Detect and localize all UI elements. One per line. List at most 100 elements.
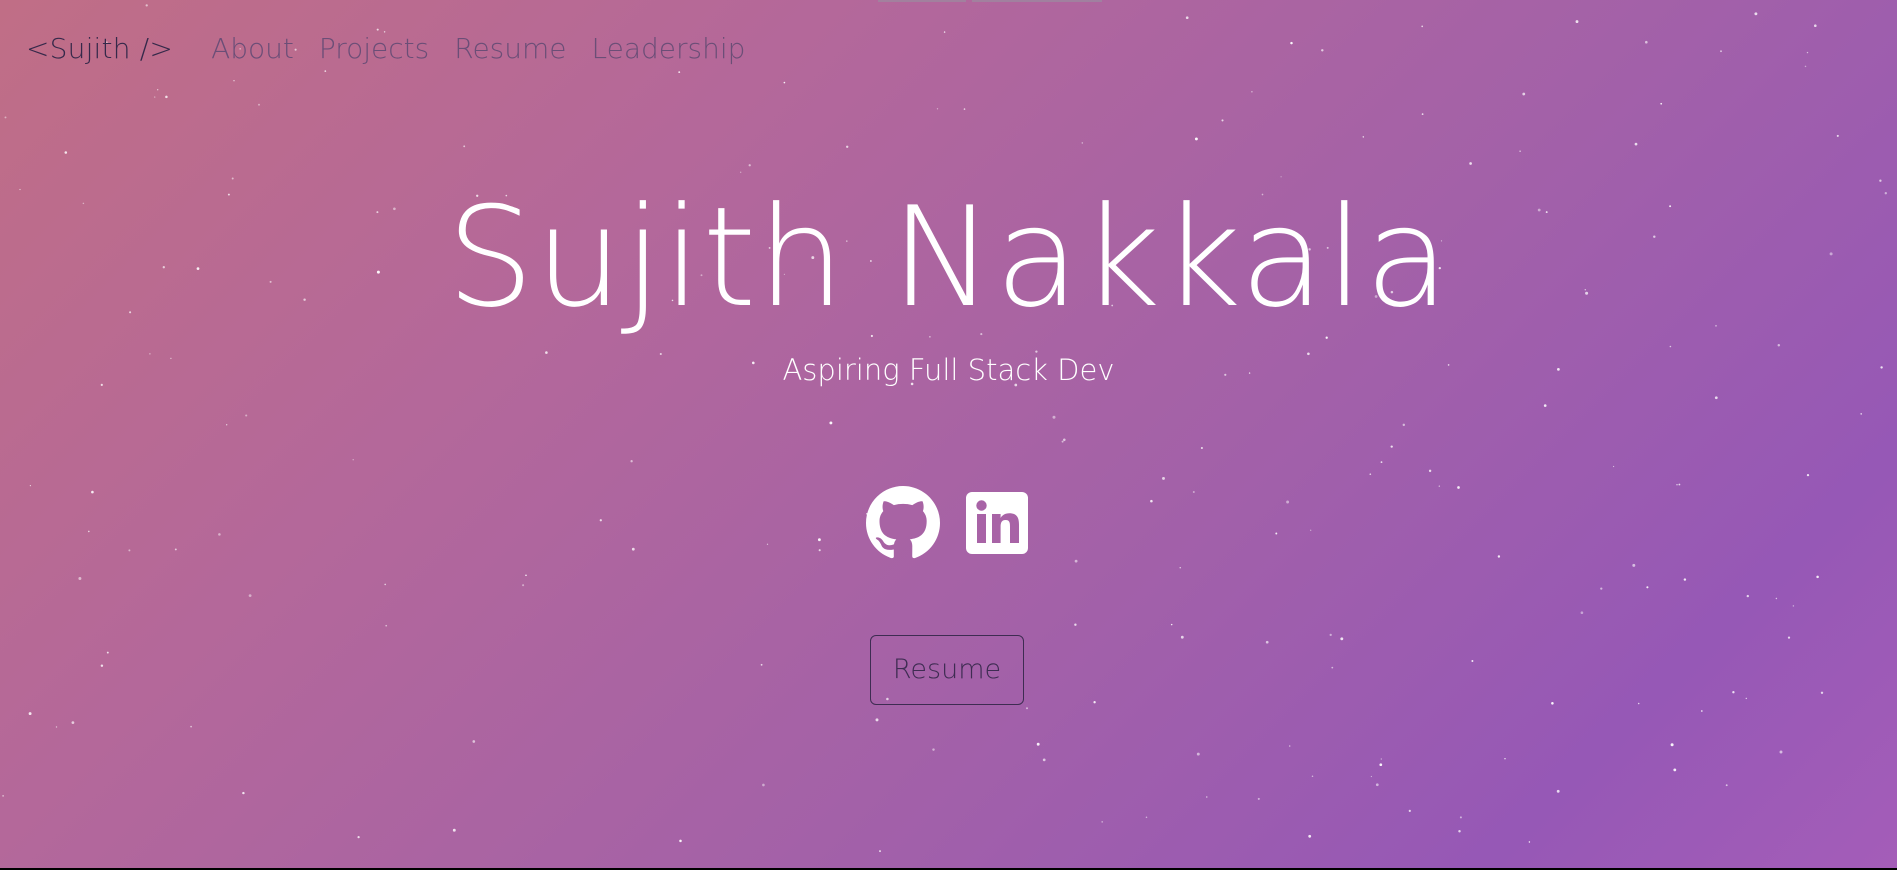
star-dot <box>78 577 82 580</box>
star-dot <box>1683 578 1687 581</box>
star-dot <box>1052 415 1056 419</box>
star-dot <box>1196 752 1200 756</box>
star-dot <box>1754 12 1758 16</box>
star-dot <box>352 459 354 461</box>
star-dot <box>1200 446 1203 450</box>
brand-logo[interactable]: <Sujith /> <box>26 32 173 65</box>
star-dot <box>1380 758 1382 760</box>
star-dot <box>165 95 168 99</box>
star-dot <box>1806 51 1809 54</box>
star-dot <box>1221 119 1224 122</box>
star-dot <box>1816 575 1819 579</box>
star-dot <box>679 839 682 843</box>
star-dot <box>1556 789 1560 793</box>
nav-link-leadership[interactable]: Leadership <box>592 32 746 65</box>
star-dot <box>1192 491 1195 493</box>
star-dot <box>875 718 879 722</box>
star-dot <box>1860 413 1863 415</box>
nav-link-projects[interactable]: Projects <box>319 32 429 65</box>
star-dot <box>762 783 765 787</box>
star-dot <box>1145 816 1148 819</box>
star-dot <box>525 574 527 577</box>
star-dot <box>879 850 881 853</box>
star-dot <box>1632 563 1636 567</box>
star-dot <box>1777 343 1781 347</box>
star-dot <box>1206 796 1208 798</box>
star-dot <box>145 4 148 7</box>
star-dot <box>1732 691 1735 694</box>
star-dot <box>28 712 32 716</box>
star-dot <box>1288 745 1291 747</box>
star-dot <box>1150 499 1153 503</box>
star-dot <box>218 533 221 536</box>
star-dot <box>1551 702 1554 705</box>
linkedin-link[interactable] <box>960 486 1034 560</box>
star-dot <box>1806 473 1810 477</box>
star-dot <box>385 624 388 627</box>
star-dot <box>88 530 90 533</box>
nav-link-resume[interactable]: Resume <box>454 32 566 65</box>
star-dot <box>1421 113 1424 115</box>
star-dot <box>1519 150 1521 152</box>
star-dot <box>1459 816 1462 819</box>
star-dot <box>1528 841 1531 843</box>
star-dot <box>817 538 821 542</box>
star-dot <box>1321 49 1324 52</box>
star-dot <box>943 31 946 33</box>
star-dot <box>1660 102 1663 105</box>
star-dot <box>242 791 245 795</box>
star-dot <box>678 71 681 74</box>
star-dot <box>1063 438 1066 442</box>
star-dot <box>357 835 360 839</box>
starfield-background <box>2 4 1887 853</box>
github-link[interactable] <box>866 486 940 560</box>
star-dot <box>1720 50 1722 53</box>
star-dot <box>1170 623 1173 626</box>
star-dot <box>1101 821 1104 823</box>
star-dot <box>1714 396 1718 400</box>
star-dot <box>1820 691 1824 694</box>
star-dot <box>1646 586 1649 589</box>
star-dot <box>1673 768 1677 772</box>
star-dot <box>1575 20 1579 24</box>
star-dot <box>783 81 786 84</box>
star-dot <box>630 460 633 463</box>
star-dot <box>1836 134 1839 137</box>
star-dot <box>1497 555 1501 558</box>
star-dot <box>324 70 327 72</box>
star-dot <box>1093 701 1096 704</box>
star-dot <box>463 145 466 148</box>
star-dot <box>1522 92 1526 96</box>
star-dot <box>154 96 156 98</box>
star-dot <box>157 89 159 91</box>
star-dot <box>4 116 7 119</box>
star-dot <box>1458 830 1461 833</box>
star-dot <box>1380 461 1383 463</box>
star-dot <box>100 664 104 667</box>
star-dot <box>248 594 252 597</box>
page-subtitle: Aspiring Full Stack Dev <box>782 353 1115 387</box>
star-dot <box>1369 473 1372 476</box>
star-dot <box>1700 710 1703 712</box>
github-icon <box>866 486 940 559</box>
star-dot <box>522 584 525 587</box>
star-dot <box>1179 567 1181 569</box>
star-dot <box>932 748 935 751</box>
star-dot <box>1275 532 1278 535</box>
star-dot <box>1504 758 1506 760</box>
star-dot <box>1257 797 1260 800</box>
star-dot <box>1600 587 1603 590</box>
star-dot <box>1676 484 1678 486</box>
star-dot <box>128 549 131 552</box>
star-dot <box>1265 640 1269 644</box>
star-dot <box>1745 697 1748 700</box>
star-dot <box>55 726 58 728</box>
resume-button[interactable]: Resume <box>870 635 1024 705</box>
star-dot <box>963 108 966 110</box>
star-dot <box>1194 137 1198 141</box>
star-dot <box>1804 65 1807 68</box>
star-dot <box>452 828 456 832</box>
star-dot <box>1580 611 1584 615</box>
star-dot <box>1775 597 1778 600</box>
nav-link-about[interactable]: About <box>211 32 294 65</box>
